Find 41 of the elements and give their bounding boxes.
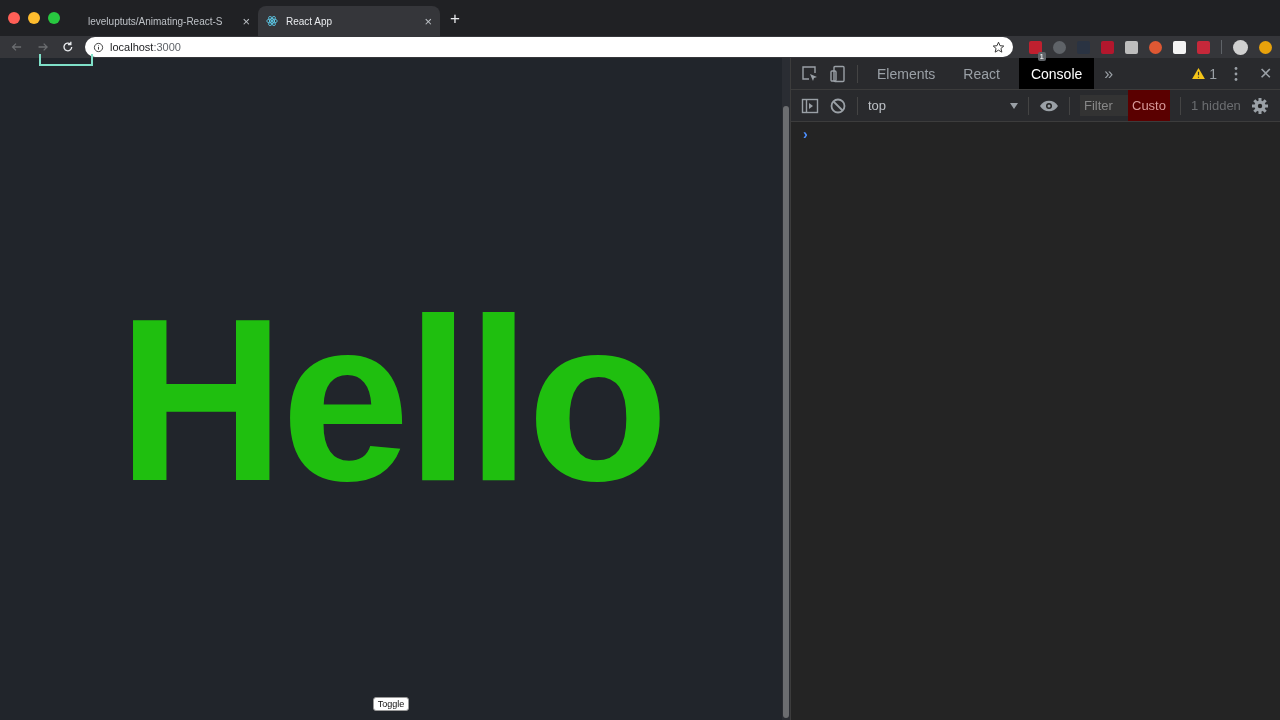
minimize-window-icon[interactable]: [28, 12, 40, 24]
tab-title: React App: [286, 15, 334, 27]
filter-field[interactable]: Filter: [1080, 95, 1128, 116]
warning-icon: [1192, 68, 1206, 79]
clear-console-icon[interactable]: [829, 96, 847, 115]
address-bar[interactable]: localhost:3000: [85, 37, 1013, 57]
settings-icon[interactable]: [1250, 96, 1269, 115]
more-tabs-button[interactable]: »: [1104, 64, 1114, 83]
warnings-button[interactable]: 1: [1192, 65, 1217, 82]
toggle-button[interactable]: Toggle: [372, 697, 410, 711]
atom-icon: [266, 15, 278, 27]
browser-tab[interactable]: React App ×: [258, 6, 440, 36]
update-icon[interactable]: [1259, 40, 1272, 54]
sidebar-toggle-icon[interactable]: [801, 96, 819, 115]
devtools-tab[interactable]: Elements: [868, 58, 945, 89]
close-tab-button[interactable]: ×: [242, 13, 250, 29]
console-prompt: ›: [803, 126, 808, 142]
devtools-tab[interactable]: Console: [1018, 58, 1095, 89]
star-icon[interactable]: [992, 40, 1005, 54]
reload-icon[interactable]: [61, 40, 75, 54]
info-icon: [93, 41, 104, 53]
logo-frame: [39, 54, 93, 66]
dropdown-triangle-icon: [1010, 102, 1018, 109]
avatar-icon[interactable]: [1233, 39, 1248, 55]
extension-badge: 1: [1037, 51, 1046, 61]
close-tab-button[interactable]: ×: [424, 13, 432, 29]
url-text: localhost:3000: [110, 41, 181, 53]
log-levels-dropdown[interactable]: Custo: [1128, 90, 1170, 121]
devtools-tab[interactable]: React: [954, 58, 1009, 89]
zoom-window-icon[interactable]: [48, 12, 60, 24]
eye-icon[interactable]: [1039, 98, 1059, 113]
close-devtools-button[interactable]: ✕: [1259, 64, 1272, 83]
tab-title: leveluptuts/Animating-React-S: [88, 15, 224, 27]
new-tab-button[interactable]: +: [450, 9, 460, 29]
close-window-icon[interactable]: [8, 12, 20, 24]
hello-heading: Hello: [117, 284, 665, 516]
inspect-icon[interactable]: [801, 64, 819, 83]
context-dropdown[interactable]: top: [868, 98, 1018, 113]
device-toggle-icon[interactable]: [829, 64, 847, 83]
hidden-count: 1 hidden: [1190, 98, 1241, 113]
browser-tab[interactable]: leveluptuts/Animating-React-S ×: [80, 6, 258, 36]
